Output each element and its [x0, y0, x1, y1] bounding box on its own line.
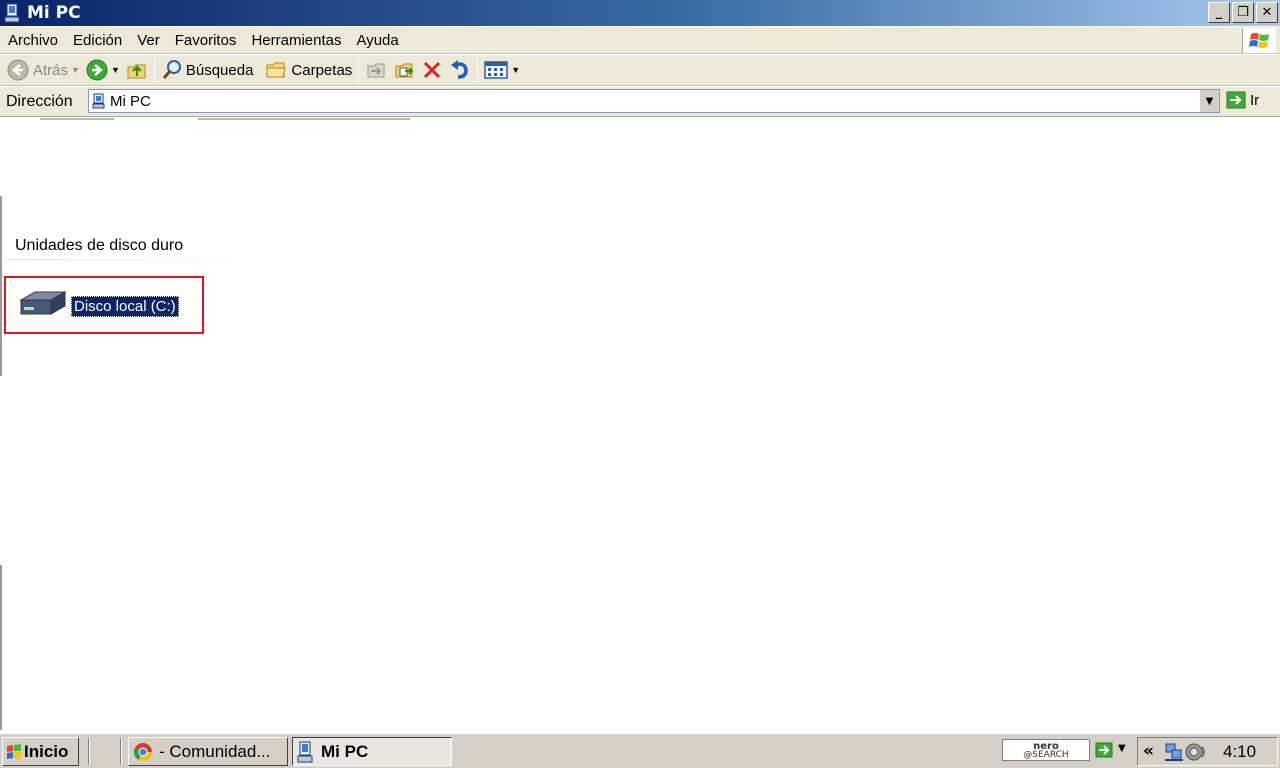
task-label: - Comunidad...: [159, 741, 271, 761]
address-label: Dirección: [6, 92, 73, 110]
go-button[interactable]: Ir: [1226, 91, 1259, 109]
menu-ayuda[interactable]: Ayuda: [348, 32, 405, 49]
move-to-folder-icon: [367, 63, 385, 78]
task-label: Mi PC: [321, 741, 369, 761]
chevron-down-icon[interactable]: ▼: [111, 65, 120, 75]
nero-logo-subtext: @SEARCH: [1023, 750, 1069, 760]
my-computer-icon: [4, 3, 20, 23]
screen: Mi PC _ ❐ ✕ Archivo Edición Ver Favorito…: [0, 0, 1280, 768]
window-title: Mi PC: [27, 3, 81, 23]
speaker-icon[interactable]: [1185, 742, 1207, 762]
nero-search-box[interactable]: nero @SEARCH: [1002, 739, 1090, 761]
undo-icon: [451, 60, 469, 79]
menu-ver[interactable]: Ver: [129, 32, 167, 49]
menu-bar: Archivo Edición Ver Favoritos Herramient…: [0, 27, 1280, 54]
file-list-pane[interactable]: Unidades de disco duro Disco local (C:): [0, 118, 1280, 730]
start-button[interactable]: Inicio: [2, 737, 79, 766]
delete-x-icon: [424, 61, 441, 79]
tray-expand-button[interactable]: «: [1143, 741, 1154, 761]
views-button[interactable]: ▼: [481, 56, 523, 84]
forward-button[interactable]: ▼: [83, 56, 123, 84]
close-button[interactable]: ✕: [1256, 2, 1278, 23]
address-value: Mi PC: [110, 92, 151, 110]
left-border: [0, 196, 2, 376]
search-button[interactable]: Búsqueda: [158, 56, 257, 84]
folders-label: Carpetas: [291, 61, 353, 79]
toolbar-separator: [358, 58, 360, 82]
group-divider: [5, 259, 280, 260]
clock: 4:10: [1223, 742, 1257, 761]
system-tray: « 4:10: [1137, 737, 1278, 766]
window-controls: _ ❐ ✕: [1208, 2, 1278, 23]
go-arrow-icon[interactable]: [1095, 742, 1113, 758]
taskbar: Inicio - Comunidad... Mi PC nero @SEARCH…: [0, 733, 1280, 768]
delete-button[interactable]: [418, 56, 446, 84]
undo-button[interactable]: [446, 56, 474, 84]
minimize-button[interactable]: _: [1208, 2, 1230, 23]
forward-arrow-icon: [86, 59, 108, 81]
title-bar[interactable]: Mi PC _ ❐ ✕: [0, 0, 1280, 26]
toolbar-separator: [153, 58, 155, 82]
go-arrow-icon: [1226, 91, 1246, 109]
menu-favoritos[interactable]: Favoritos: [167, 32, 244, 49]
windows-logo-icon: [7, 743, 21, 759]
restore-button[interactable]: ❐: [1232, 2, 1254, 23]
search-label: Búsqueda: [185, 61, 254, 79]
search-icon: [162, 60, 181, 79]
go-label: Ir: [1250, 91, 1260, 109]
drive-item-c[interactable]: Disco local (C:): [4, 276, 204, 334]
task-mi-pc[interactable]: Mi PC: [292, 737, 452, 766]
my-computer-icon: [92, 93, 105, 109]
copy-to-button[interactable]: [390, 56, 418, 84]
chrome-icon: [133, 742, 152, 761]
folder-up-icon: [127, 64, 146, 79]
taskbar-separator: [120, 738, 122, 765]
left-border: [0, 565, 2, 730]
network-icon[interactable]: [1164, 742, 1184, 762]
toolbar-separator: [477, 58, 479, 82]
copy-to-folder-icon: [395, 63, 414, 78]
windows-logo-icon: [1242, 28, 1276, 53]
chevron-down-icon[interactable]: ▼: [1118, 743, 1126, 754]
views-icon: [484, 61, 509, 79]
toolbar: Atrás ▼ ▼ Búsqueda Carpetas ▼: [0, 55, 1280, 86]
task-chrome[interactable]: - Comunidad...: [128, 737, 288, 766]
address-dropdown-button[interactable]: ▼: [1199, 90, 1219, 112]
chevron-down-icon[interactable]: ▼: [71, 65, 80, 75]
drive-label: Disco local (C:): [71, 296, 179, 317]
folder-icon: [266, 62, 287, 78]
move-to-button[interactable]: [362, 56, 390, 84]
chevron-down-icon[interactable]: ▼: [511, 65, 520, 75]
start-label: Inicio: [24, 741, 69, 761]
back-button[interactable]: Atrás ▼: [4, 56, 83, 84]
menu-edicion[interactable]: Edición: [65, 32, 129, 49]
address-bar: Dirección Mi PC ▼ Ir: [0, 87, 1280, 117]
taskbar-separator: [88, 738, 90, 765]
back-arrow-icon: [7, 59, 29, 81]
up-folder-button[interactable]: [123, 56, 151, 84]
menu-herramientas[interactable]: Herramientas: [243, 32, 348, 49]
menu-archivo[interactable]: Archivo: [0, 32, 65, 49]
folders-button[interactable]: Carpetas: [262, 56, 355, 84]
address-input[interactable]: Mi PC ▼: [88, 89, 1220, 113]
hard-drive-icon: [19, 291, 67, 315]
group-title: Unidades de disco duro: [15, 237, 184, 254]
my-computer-icon: [297, 741, 313, 762]
back-label: Atrás: [33, 61, 69, 79]
